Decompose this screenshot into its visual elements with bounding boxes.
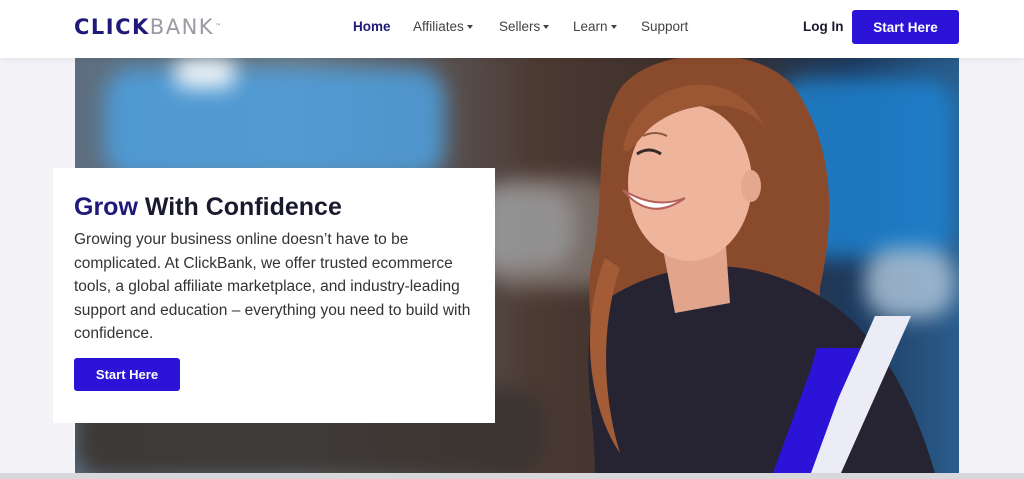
hero-title-rest: With Confidence [144,193,342,221]
hero-text-card: Grow With Confidence Growing your busine… [53,168,495,423]
hero-description: Growing your business online doesn’t hav… [74,231,471,342]
horizontal-scrollbar[interactable] [0,473,1024,479]
nav-learn-label: Learn [573,19,608,34]
nav-home[interactable]: Home [353,19,391,35]
site-header: CLICKBANK™ Home Affiliates Sellers Learn… [0,0,1024,58]
nav-affiliates-label: Affiliates [413,19,464,34]
header-start-here-button[interactable]: Start Here [852,10,959,44]
nav-learn[interactable]: Learn [573,19,617,35]
login-link[interactable]: Log In [803,19,844,35]
caret-down-icon [610,25,617,29]
hero-start-here-button[interactable]: Start Here [74,358,180,391]
caret-down-icon [543,25,550,29]
nav-support[interactable]: Support [641,19,688,35]
nav-affiliates[interactable]: Affiliates [413,19,473,35]
hero-title: Grow With Confidence [74,192,342,222]
nav-sellers[interactable]: Sellers [499,19,550,35]
hero-title-bold: Grow [74,193,138,221]
clickbank-logo[interactable]: CLICKBANK™ [74,14,221,40]
caret-down-icon [466,25,473,29]
nav-sellers-label: Sellers [499,19,541,34]
